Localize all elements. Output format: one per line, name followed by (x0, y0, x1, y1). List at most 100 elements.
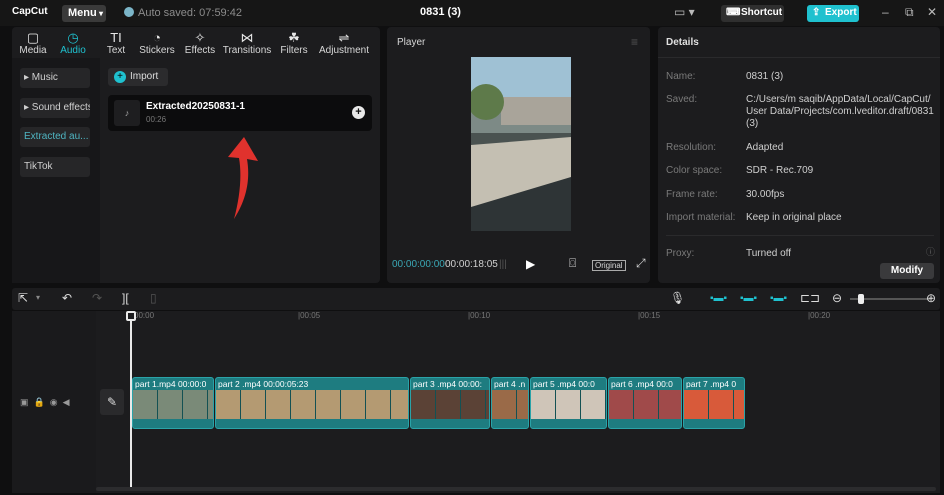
clip-part-2[interactable]: part 2 .mp4 00:00:05:23 (215, 377, 409, 429)
capcut-logo: CapCut (12, 6, 48, 17)
detail-value-saved: C:/Users/m saqib/AppData/Local/CapCut/ U… (746, 94, 934, 129)
fullscreen-icon[interactable]: ⤢ (636, 256, 646, 271)
media-icon: ▢ (26, 30, 40, 45)
delete-icon[interactable]: ▯ (150, 291, 157, 305)
tab-text[interactable]: TI Text (103, 30, 129, 56)
current-time: 00:00:00:00 (392, 259, 445, 270)
chevron-down-icon[interactable]: ▾ (36, 293, 40, 302)
tab-label: Text (106, 45, 126, 56)
linkage-icon[interactable]: ▪▬▪ (770, 293, 787, 304)
mute-icon[interactable]: ◀ (63, 397, 75, 407)
text-icon: TI (110, 30, 122, 45)
lock-icon[interactable]: 🔒 (34, 397, 50, 407)
zoom-in-icon[interactable]: ⊕ (926, 291, 936, 305)
close-icon[interactable]: ✕ (927, 5, 937, 19)
tab-transitions[interactable]: ⋈ Transitions (222, 30, 272, 56)
ratio-button[interactable]: Original (592, 260, 626, 271)
sidebar-item-extracted-audio[interactable]: Extracted au... (20, 127, 90, 147)
microphone-icon[interactable]: 🎙 (670, 291, 685, 305)
shortcut-button[interactable]: ⌨ Shortcut (721, 5, 784, 22)
layout-icon[interactable]: ▭ ▾ (674, 5, 695, 19)
auto-snap-icon[interactable]: ▪▬▪ (740, 293, 757, 304)
menu-label: Menu (68, 7, 97, 19)
player-title: Player (397, 37, 426, 48)
redo-icon[interactable]: ↷ (92, 291, 102, 305)
ruler-tick: |00:15 (638, 311, 661, 320)
player-panel: Player ≡ 00:00:00:00 00:00:18:05 ||| ▶ ⌼… (387, 27, 650, 283)
clip-part-6[interactable]: part 6 .mp4 00:0 (608, 377, 682, 429)
zoom-out-icon[interactable]: ⊖ (832, 291, 842, 305)
waveform-icon[interactable]: ||| (499, 259, 507, 270)
sidebar-item-tiktok[interactable]: TikTok (20, 157, 90, 177)
undo-icon[interactable]: ↶ (62, 291, 72, 305)
tab-label: Filters (280, 45, 308, 56)
minimize-icon[interactable]: – (882, 5, 889, 19)
autosave-status: Auto saved: 07:59:42 (124, 7, 242, 19)
playhead[interactable] (130, 313, 132, 489)
clip-thumbnail (133, 390, 213, 419)
clip-part-4[interactable]: part 4 .n (491, 377, 529, 429)
detail-label-color-space: Color space: (666, 165, 723, 176)
total-time: 00:00:18:05 (445, 259, 498, 270)
tab-label: Audio (60, 45, 86, 56)
tab-label: Effects (184, 45, 216, 56)
ruler-tick-label: 00:20 (810, 311, 831, 320)
red-arrow-annotation (228, 137, 258, 219)
clip-label: part 6 .mp4 00:0 (611, 379, 673, 389)
sticker-icon: ◔ (153, 30, 161, 45)
audio-sidebar: ▸ Music ▸ Sound effects Extracted au... … (12, 58, 100, 283)
audio-item[interactable]: ♪ Extracted20250831-1 00:26 + (108, 95, 372, 131)
ruler-tick: |00:05 (298, 311, 321, 320)
ruler-tick-label: 00:05 (300, 311, 321, 320)
import-button[interactable]: + Import (108, 68, 168, 86)
details-panel: Details Name: 0831 (3) Saved: C:/Users/m… (658, 27, 940, 283)
clip-part-5[interactable]: part 5 .mp4 00:0 (530, 377, 607, 429)
tab-label: Transitions (222, 45, 272, 56)
export-button[interactable]: ⇪ Export (807, 5, 859, 22)
detail-label-saved: Saved: (666, 94, 698, 105)
focus-icon[interactable]: ⌼ (569, 256, 576, 271)
video-preview[interactable] (471, 57, 571, 231)
main-track-magnet-icon[interactable]: ▪▬▪ (710, 293, 727, 304)
maximize-icon[interactable]: ⧉ (905, 5, 914, 20)
tab-effects[interactable]: ✧ Effects (182, 30, 218, 56)
adjustment-icon: ⇌ (338, 30, 350, 45)
ruler-tick: |00:10 (468, 311, 491, 320)
info-icon[interactable]: ⓘ (926, 245, 935, 258)
playhead-handle[interactable] (126, 311, 136, 321)
play-icon[interactable]: ▶ (526, 257, 535, 271)
cover-icon[interactable]: ▣ (20, 397, 34, 407)
sidebar-item-music[interactable]: ▸ Music (20, 68, 90, 88)
tab-adjustment[interactable]: ⇌ Adjustment (316, 30, 372, 56)
clip-part-7[interactable]: part 7 .mp4 0 (683, 377, 745, 429)
plus-icon: + (114, 71, 126, 83)
clip-thumbnail (684, 390, 744, 419)
eye-icon[interactable]: ◉ (50, 397, 63, 407)
select-cursor-icon[interactable]: ⇱ (18, 291, 28, 305)
tab-label: Stickers (139, 45, 175, 56)
clip-part-3[interactable]: part 3 .mp4 00:00: (410, 377, 490, 429)
clip-part-1[interactable]: part 1.mp4 00:00:0 (132, 377, 214, 429)
sidebar-item-sound-effects[interactable]: ▸ Sound effects (20, 98, 90, 118)
tab-audio[interactable]: ◷ Audio (58, 30, 88, 56)
edit-cover-button[interactable]: ✎ (100, 389, 124, 415)
menu-lines-icon[interactable]: ≡ (631, 35, 638, 49)
timeline-scrollbar[interactable] (96, 487, 936, 491)
divider (658, 57, 940, 58)
transitions-icon: ⋈ (240, 30, 254, 45)
tab-stickers[interactable]: ◔ Stickers (138, 30, 176, 56)
export-label: Export (825, 7, 857, 18)
tab-media[interactable]: ▢ Media (18, 30, 48, 56)
detail-value-name: 0831 (3) (746, 71, 784, 82)
add-to-timeline-button[interactable]: + (352, 106, 365, 119)
zoom-slider-handle[interactable] (858, 294, 864, 304)
split-icon[interactable]: ][ (122, 291, 129, 305)
preview-axis-icon[interactable]: ⊏⊐ (800, 291, 820, 305)
modify-button[interactable]: Modify (880, 263, 934, 279)
tab-filters[interactable]: ☘ Filters (278, 30, 310, 56)
detail-label-resolution: Resolution: (666, 142, 717, 153)
detail-value-import-material: Keep in original place (746, 212, 842, 223)
clip-label: part 3 .mp4 00:00: (413, 379, 482, 389)
detail-label-frame-rate: Frame rate: (666, 189, 718, 200)
menu-button[interactable]: Menu ▾ (62, 5, 106, 22)
